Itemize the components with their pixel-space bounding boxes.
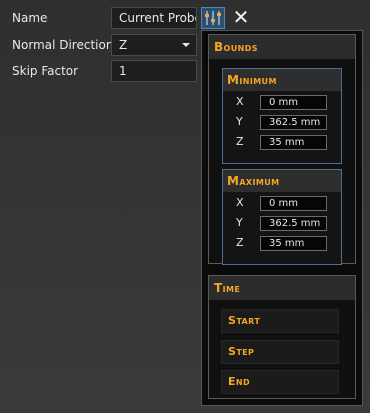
max-z-field[interactable]: 35 mm	[260, 236, 327, 251]
max-x-field[interactable]: 0 mm	[260, 196, 327, 211]
min-z-field[interactable]: 35 mm	[260, 135, 327, 150]
close-icon: ✕	[232, 5, 250, 29]
minimum-header: Minimum	[223, 69, 341, 91]
min-z-label: Z	[236, 135, 244, 148]
normal-direction-label: Normal Direction	[12, 38, 114, 52]
normal-direction-select[interactable]: Z	[111, 34, 197, 56]
max-y-field[interactable]: 362.5 mm	[260, 216, 327, 231]
maximum-header: Maximum	[223, 170, 341, 192]
minimum-group: Minimum X 0 mm Y 362.5 mm Z 35 mm	[222, 68, 342, 164]
min-x-label: X	[236, 95, 244, 108]
max-z-label: Z	[236, 236, 244, 249]
time-group: Time Start Step End	[208, 275, 356, 399]
name-field[interactable]: Current Probe	[111, 7, 197, 29]
name-label: Name	[12, 11, 48, 25]
max-x-label: X	[236, 196, 244, 209]
probe-settings-panel: Bounds Minimum X 0 mm Y 362.5 mm Z 35 mm…	[201, 30, 363, 406]
time-header: Time	[209, 276, 355, 300]
normal-direction-value: Z	[119, 38, 128, 52]
min-y-label: Y	[236, 115, 243, 128]
sliders-icon	[205, 11, 221, 25]
settings-button[interactable]	[201, 7, 225, 29]
step-button[interactable]: Step	[221, 340, 339, 364]
min-y-field[interactable]: 362.5 mm	[260, 115, 327, 130]
skip-factor-label: Skip Factor	[12, 64, 79, 78]
skip-factor-field[interactable]: 1	[111, 60, 197, 82]
end-button[interactable]: End	[221, 370, 339, 394]
bounds-group: Bounds Minimum X 0 mm Y 362.5 mm Z 35 mm…	[208, 34, 356, 265]
chevron-down-icon	[182, 43, 190, 47]
close-button[interactable]: ✕	[230, 5, 252, 29]
max-y-label: Y	[236, 216, 243, 229]
bounds-header: Bounds	[209, 35, 355, 59]
min-x-field[interactable]: 0 mm	[260, 95, 327, 110]
maximum-group: Maximum X 0 mm Y 362.5 mm Z 35 mm	[222, 169, 342, 265]
start-button[interactable]: Start	[221, 309, 339, 333]
